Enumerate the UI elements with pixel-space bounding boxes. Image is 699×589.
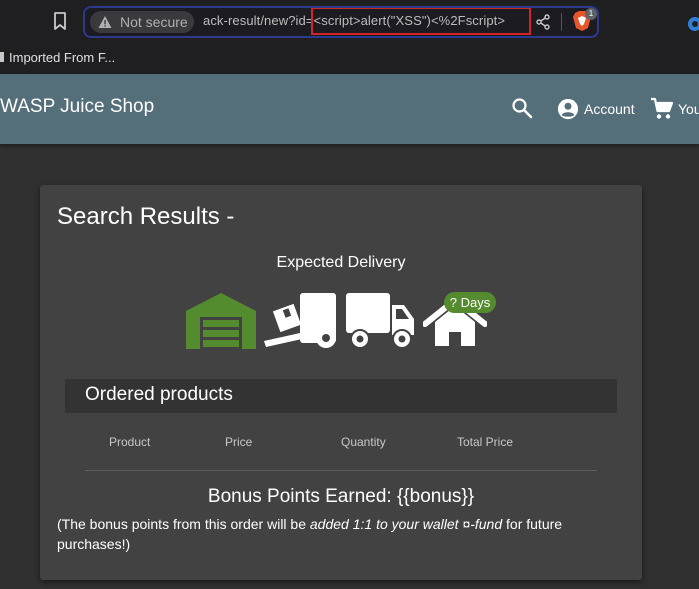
- security-label: Not secure: [120, 14, 188, 30]
- search-results-title: Search Results -: [57, 203, 235, 230]
- bonus-points-title: Bonus Points Earned: {{bonus}}: [207, 486, 475, 507]
- url-prefix: ack-result/new?id: [203, 13, 306, 28]
- basket-button[interactable]: You: [650, 97, 699, 121]
- toolbar-separator: [561, 13, 562, 31]
- shopping-cart-icon: [651, 97, 674, 119]
- delivery-days-badge: ? Days: [444, 292, 496, 313]
- account-circle-icon: [557, 98, 579, 120]
- bonus-points-note: (The bonus points from this order will b…: [57, 514, 617, 554]
- extension-icon[interactable]: [683, 14, 699, 34]
- ordered-products-title: Ordered products: [85, 384, 233, 405]
- column-header-total-price[interactable]: Total Price: [457, 435, 513, 449]
- truck-icon: [346, 293, 414, 349]
- search-icon[interactable]: [510, 96, 534, 120]
- share-icon[interactable]: [535, 14, 551, 30]
- warehouse-icon: [186, 293, 256, 349]
- column-header-quantity[interactable]: Quantity: [341, 435, 386, 449]
- bookmark-icon[interactable]: [52, 12, 68, 30]
- address-bar[interactable]: Not secure ack-result/new?id=<script>ale…: [83, 6, 599, 38]
- bonus-note-start: (The bonus points from this order will b…: [57, 516, 310, 532]
- column-header-product[interactable]: Product: [109, 435, 150, 449]
- bookmark-item[interactable]: Imported From F...: [9, 50, 115, 65]
- column-header-price[interactable]: Price: [225, 435, 252, 449]
- warning-icon: [98, 16, 112, 28]
- extension-badge: 1: [585, 8, 597, 20]
- expected-delivery-label: Expected Delivery: [276, 254, 406, 271]
- account-button[interactable]: Account: [557, 97, 635, 121]
- folder-icon: [0, 52, 4, 62]
- url-payload-highlight: [311, 8, 531, 35]
- security-indicator[interactable]: Not secure: [90, 11, 194, 33]
- app-title[interactable]: WASP Juice Shop: [0, 96, 154, 118]
- account-label: Account: [584, 101, 635, 117]
- dolly-icon: [264, 293, 336, 348]
- table-divider: [85, 470, 597, 471]
- bonus-note-emphasis: added 1:1 to your wallet ¤-fund: [309, 516, 503, 532]
- basket-label: You: [678, 101, 699, 117]
